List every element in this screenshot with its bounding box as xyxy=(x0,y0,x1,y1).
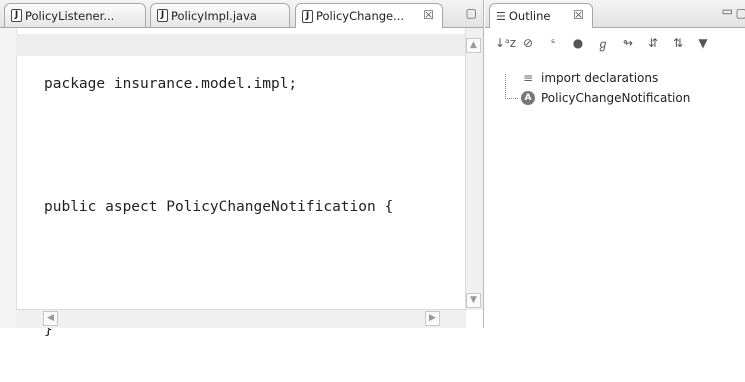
scroll-up-icon[interactable]: ▲ xyxy=(466,38,481,53)
outline-tab-strip: ☰ Outline ☒ ▭ ▢ xyxy=(485,0,745,28)
tree-item-label: import declarations xyxy=(541,71,659,85)
close-icon[interactable]: ☒ xyxy=(423,8,434,22)
tab-label: PolicyImpl.java xyxy=(171,8,257,23)
tab-outline[interactable]: ☰ Outline ☒ xyxy=(489,3,593,28)
close-icon[interactable]: ☒ xyxy=(573,8,584,22)
tab-policy-listener[interactable]: J PolicyListener... xyxy=(4,3,146,27)
horizontal-scrollbar[interactable]: ◀ ▶ xyxy=(16,309,466,328)
scroll-left-icon[interactable]: ◀ xyxy=(43,311,58,326)
hide-static-icon[interactable]: ˢ xyxy=(545,36,561,50)
outline-tree: ≡ import declarations A PolicyChangeNoti… xyxy=(503,68,690,108)
tree-item-label: PolicyChangeNotification xyxy=(541,91,691,105)
editor-pane: J PolicyListener... J PolicyImpl.java J … xyxy=(0,0,484,338)
scroll-down-icon[interactable]: ▼ xyxy=(466,293,481,308)
hide-nonpublic-icon[interactable]: ● xyxy=(570,36,586,50)
editor-tab-strip: J PolicyListener... J PolicyImpl.java J … xyxy=(0,0,483,28)
scroll-right-icon[interactable]: ▶ xyxy=(425,311,440,326)
outline-title: Outline xyxy=(508,9,551,23)
java-file-icon: J xyxy=(302,9,313,23)
aspect-icon: A xyxy=(521,91,535,105)
java-file-icon: J xyxy=(11,9,22,22)
tab-policy-change[interactable]: J PolicyChange... ☒ xyxy=(295,3,443,28)
hide-fields-icon[interactable]: ⊘ xyxy=(520,36,536,50)
code-line: public aspect PolicyChangeNotification { xyxy=(44,199,394,215)
code-line: package insurance.model.impl; xyxy=(44,76,298,92)
tree-item-imports[interactable]: ≡ import declarations xyxy=(503,68,690,88)
outline-view-icon: ☰ xyxy=(496,9,506,23)
imports-icon: ≡ xyxy=(522,71,534,85)
java-file-icon: J xyxy=(157,9,168,22)
tab-policy-impl[interactable]: J PolicyImpl.java xyxy=(150,3,290,27)
editor-ruler xyxy=(0,28,17,328)
link-icon[interactable]: ↬ xyxy=(620,36,636,50)
hide-local-types-icon[interactable]: ℊ xyxy=(595,35,611,52)
tab-label: PolicyChange... xyxy=(316,9,405,23)
sort-alpha-icon[interactable]: ⇅ xyxy=(670,36,686,50)
outline-toolbar: ↓ᵃz ⊘ ˢ ● ℊ ↬ ⇵ ⇅ ▼ xyxy=(485,28,745,58)
maximize-icon[interactable]: ▢ xyxy=(466,6,477,20)
sort-icon[interactable]: ↓ᵃz xyxy=(495,36,516,50)
tree-item-aspect[interactable]: A PolicyChangeNotification xyxy=(503,88,690,108)
vertical-scrollbar[interactable]: ▲ ▼ xyxy=(465,28,483,310)
maximize-icon[interactable]: ▢ xyxy=(736,6,745,20)
tab-label: PolicyListener... xyxy=(25,8,115,23)
view-menu-icon[interactable]: ▼ xyxy=(695,36,711,50)
minimize-icon[interactable]: ▭ xyxy=(722,4,733,18)
sort-members-icon[interactable]: ⇵ xyxy=(645,36,661,50)
code-editor[interactable]: package insurance.model.impl; public asp… xyxy=(44,34,443,382)
outline-pane: ☰ Outline ☒ ▭ ▢ ↓ᵃz ⊘ ˢ ● ℊ ↬ ⇵ ⇅ ▼ ≡ im… xyxy=(485,0,745,328)
